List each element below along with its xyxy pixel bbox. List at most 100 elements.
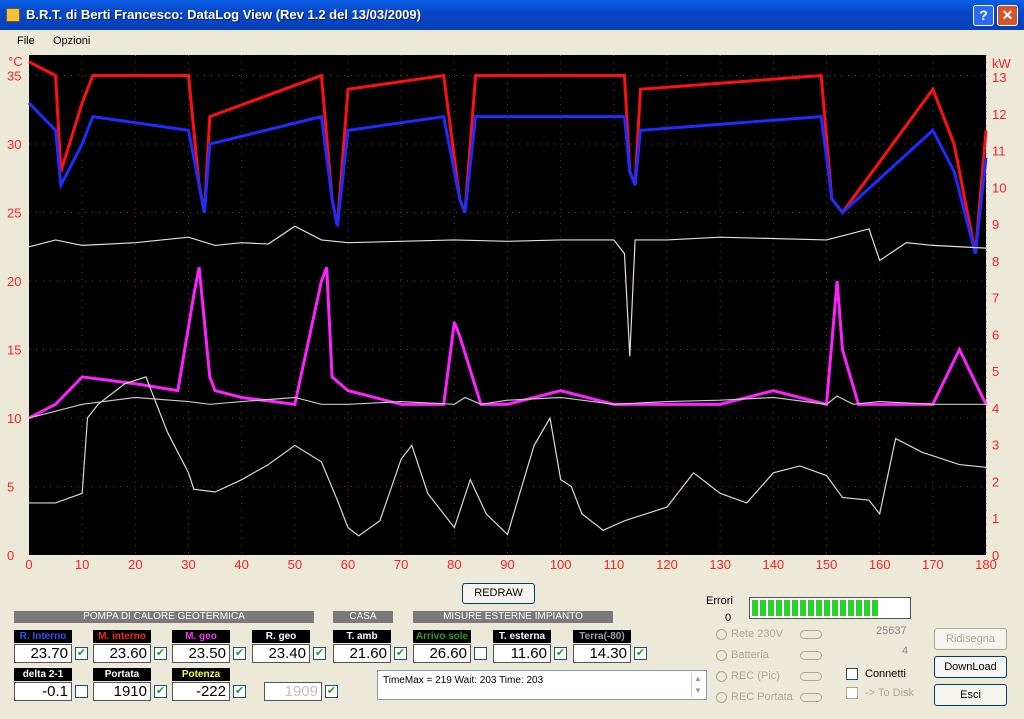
- field-checkbox[interactable]: ✔: [325, 685, 338, 698]
- status-radio: [716, 691, 727, 703]
- progress-segment: [856, 600, 862, 616]
- field-checkbox[interactable]: [75, 685, 88, 698]
- title-bar: B.R.T. di Berti Francesco: DataLog View …: [0, 0, 1024, 30]
- field-value: 21.60: [333, 644, 391, 663]
- field-value: 1910: [93, 682, 151, 701]
- status-row: REC (Pic): [716, 670, 822, 682]
- field-checkbox[interactable]: ✔: [634, 647, 647, 660]
- left-tick-label: 25: [7, 206, 21, 221]
- connetti-label: Connetti: [865, 668, 906, 680]
- ridisegna-button[interactable]: Ridisegna: [934, 628, 1007, 650]
- status-label: REC Portata: [731, 691, 793, 703]
- field-label: Arrivo sole: [413, 630, 471, 643]
- menu-bar: File Opzioni: [0, 30, 1024, 52]
- x-tick-label: 170: [922, 557, 944, 572]
- status-indicator: [800, 651, 822, 660]
- x-tick-label: 0: [25, 557, 32, 572]
- x-tick-label: 60: [341, 557, 355, 572]
- right-tick-label: 12: [992, 107, 1006, 122]
- section-pompa: POMPA DI CALORE GEOTERMICA: [14, 611, 314, 623]
- right-tick-label: 2: [992, 474, 999, 489]
- field-checkbox[interactable]: ✔: [75, 647, 88, 660]
- status-row: REC Portata: [716, 691, 822, 703]
- status-indicator: [800, 672, 822, 681]
- todisk-checkbox[interactable]: [846, 687, 858, 699]
- x-tick-label: 110: [603, 557, 624, 572]
- field-label: Potenza: [172, 668, 230, 681]
- field-checkbox[interactable]: ✔: [233, 685, 246, 698]
- close-button[interactable]: ✕: [997, 5, 1018, 26]
- x-tick-label: 100: [550, 557, 572, 572]
- progress-segment: [872, 600, 878, 616]
- right-tick-label: 8: [992, 254, 999, 269]
- field-label: R. geo: [252, 630, 310, 643]
- field-label: delta 2-1: [14, 668, 72, 681]
- plot-background: [29, 55, 986, 555]
- status-label: REC (Pic): [731, 670, 780, 682]
- field-label: M. interno: [93, 630, 151, 643]
- section-casa: CASA: [333, 611, 393, 623]
- progress-segment: [808, 600, 814, 616]
- status-row: Rete 230V: [716, 628, 822, 640]
- left-tick-label: 0: [7, 548, 14, 563]
- progress-segment: [784, 600, 790, 616]
- counter-value: 25637: [876, 625, 907, 637]
- progress-segment: [800, 600, 806, 616]
- field-value: 11.60: [493, 644, 551, 663]
- x-tick-label: 150: [816, 557, 838, 572]
- menu-file[interactable]: File: [17, 35, 35, 47]
- field-value: 23.60: [93, 644, 151, 663]
- status-radio: [716, 670, 727, 682]
- progress-bar: [749, 597, 911, 619]
- chart-area: 0 10 20 30 40 50 60 70 80 90 100 110 120 130 140 150 160…: [0, 52, 1024, 574]
- count-small: 4: [902, 645, 909, 657]
- esci-button[interactable]: Esci: [934, 684, 1007, 706]
- field-value: 23.70: [14, 644, 72, 663]
- status-label: Rete 230V: [731, 628, 783, 640]
- field-checkbox[interactable]: [474, 647, 487, 660]
- status-radio: [716, 649, 727, 661]
- field-checkbox[interactable]: ✔: [313, 647, 326, 660]
- left-unit-label: °C: [8, 54, 23, 69]
- field-value: 23.40: [252, 644, 310, 663]
- redraw-button[interactable]: REDRAW: [462, 583, 535, 604]
- field-checkbox[interactable]: ✔: [394, 647, 407, 660]
- x-tick-label: 10: [75, 557, 89, 572]
- info-text: TimeMax = 219 Wait: 203 Time: 203: [383, 675, 544, 686]
- left-tick-label: 30: [7, 137, 21, 152]
- status-row: Batteria: [716, 649, 822, 661]
- right-tick-label: 6: [992, 327, 999, 342]
- left-tick-label: 5: [7, 480, 14, 495]
- progress-segment: [840, 600, 846, 616]
- field-label: T. amb: [333, 630, 391, 643]
- errori-value: 0: [725, 612, 732, 624]
- menu-options[interactable]: Opzioni: [53, 35, 90, 47]
- x-tick-label: 50: [288, 557, 302, 572]
- download-button[interactable]: DownLoad: [934, 656, 1007, 678]
- status-radio: [716, 628, 727, 640]
- field-value: -0.1: [14, 682, 72, 701]
- help-button[interactable]: ?: [973, 5, 994, 26]
- right-unit-label: kW: [992, 56, 1012, 71]
- app-icon: [6, 8, 20, 22]
- x-tick-label: 30: [181, 557, 195, 572]
- x-tick-label: 130: [709, 557, 731, 572]
- field-checkbox[interactable]: ✔: [554, 647, 567, 660]
- right-tick-label: 3: [992, 438, 999, 453]
- x-tick-label: 120: [656, 557, 678, 572]
- right-tick-label: 5: [992, 364, 999, 379]
- progress-segment: [832, 600, 838, 616]
- progress-segment: [792, 600, 798, 616]
- right-tick-label: 13: [992, 70, 1006, 85]
- field-value: 23.50: [172, 644, 230, 663]
- info-box: TimeMax = 219 Wait: 203 Time: 203 ▲ ▼: [377, 670, 707, 700]
- field-checkbox[interactable]: ✔: [154, 685, 167, 698]
- info-scrollbar[interactable]: ▲ ▼: [691, 673, 704, 697]
- field-checkbox[interactable]: ✔: [154, 647, 167, 660]
- left-tick-label: 20: [7, 274, 21, 289]
- field-checkbox[interactable]: ✔: [233, 647, 246, 660]
- connetti-checkbox[interactable]: [846, 668, 858, 680]
- todisk-label: -> To Disk: [865, 687, 915, 699]
- window-title: B.R.T. di Berti Francesco: DataLog View …: [26, 7, 421, 22]
- progress-segment: [824, 600, 830, 616]
